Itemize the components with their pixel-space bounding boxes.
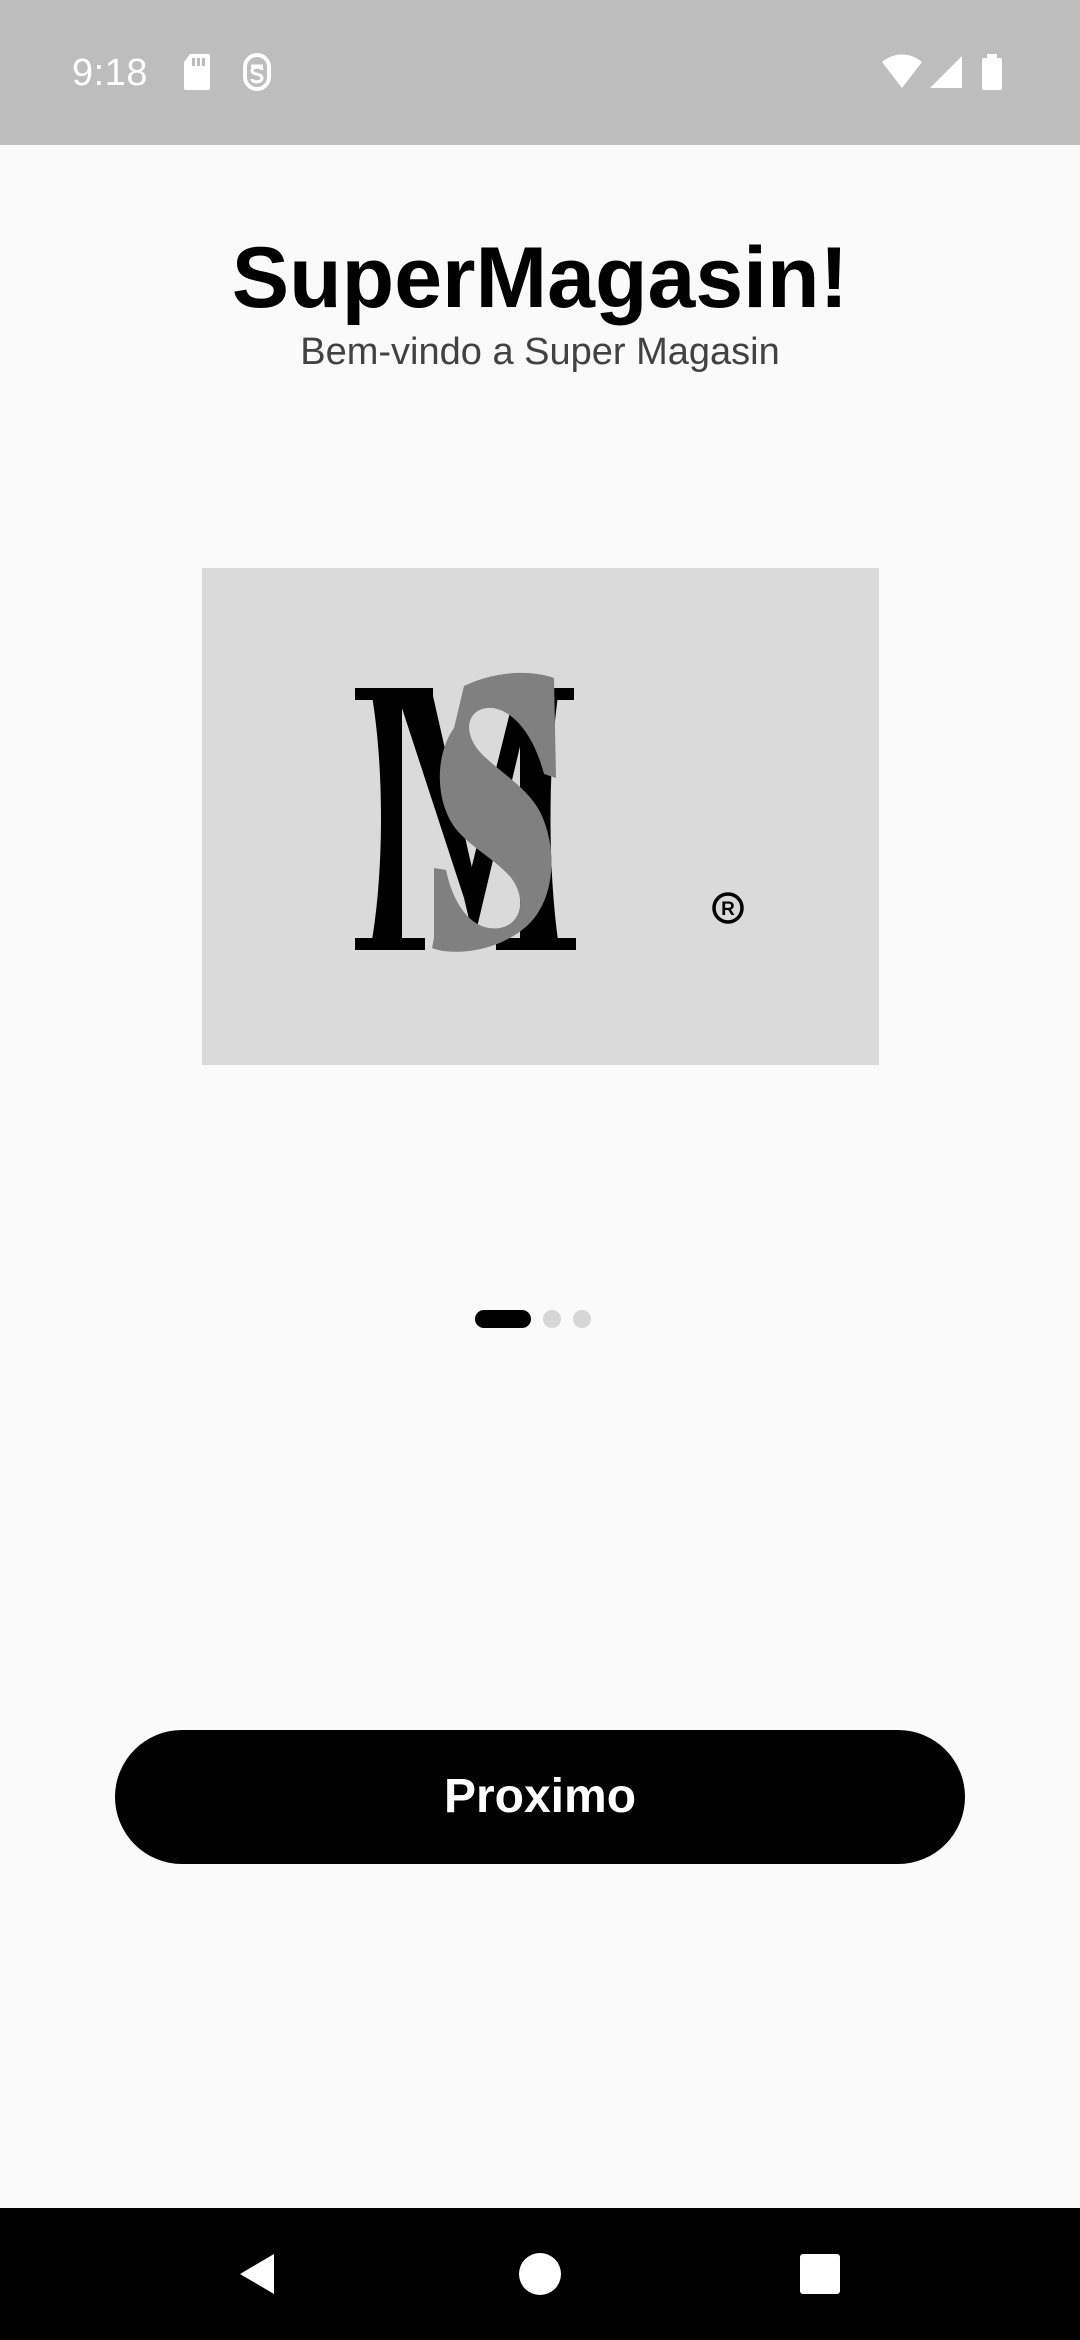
back-icon[interactable] bbox=[196, 2208, 316, 2340]
page-indicator bbox=[0, 1310, 1080, 1328]
battery-icon bbox=[982, 54, 1002, 90]
app-title: SuperMagasin! bbox=[231, 230, 849, 326]
recents-icon[interactable] bbox=[760, 2208, 880, 2340]
sd-card-icon bbox=[184, 54, 210, 90]
sim-toolkit-icon bbox=[243, 53, 271, 91]
logo-card: R bbox=[202, 568, 879, 1065]
wifi-icon bbox=[882, 54, 922, 88]
status-time: 9:18 bbox=[72, 52, 148, 94]
page-dot[interactable] bbox=[573, 1310, 591, 1328]
next-button[interactable]: Proximo bbox=[115, 1730, 965, 1864]
onboarding-screen: 9:18 SuperMagasin! Bem-vindo a Super Mag… bbox=[0, 0, 1080, 2340]
page-dot[interactable] bbox=[543, 1310, 561, 1328]
navigation-bar bbox=[0, 2208, 1080, 2340]
status-bar: 9:18 bbox=[0, 0, 1080, 145]
registered-mark-icon: R bbox=[712, 892, 744, 924]
logo-letter-s bbox=[432, 672, 556, 952]
home-icon[interactable] bbox=[480, 2208, 600, 2340]
page-dot-active[interactable] bbox=[475, 1310, 531, 1328]
supermagasin-logo: R bbox=[355, 672, 744, 952]
cellular-signal-icon bbox=[930, 56, 962, 88]
svg-text:R: R bbox=[721, 899, 735, 920]
welcome-subtitle: Bem-vindo a Super Magasin bbox=[300, 331, 780, 373]
